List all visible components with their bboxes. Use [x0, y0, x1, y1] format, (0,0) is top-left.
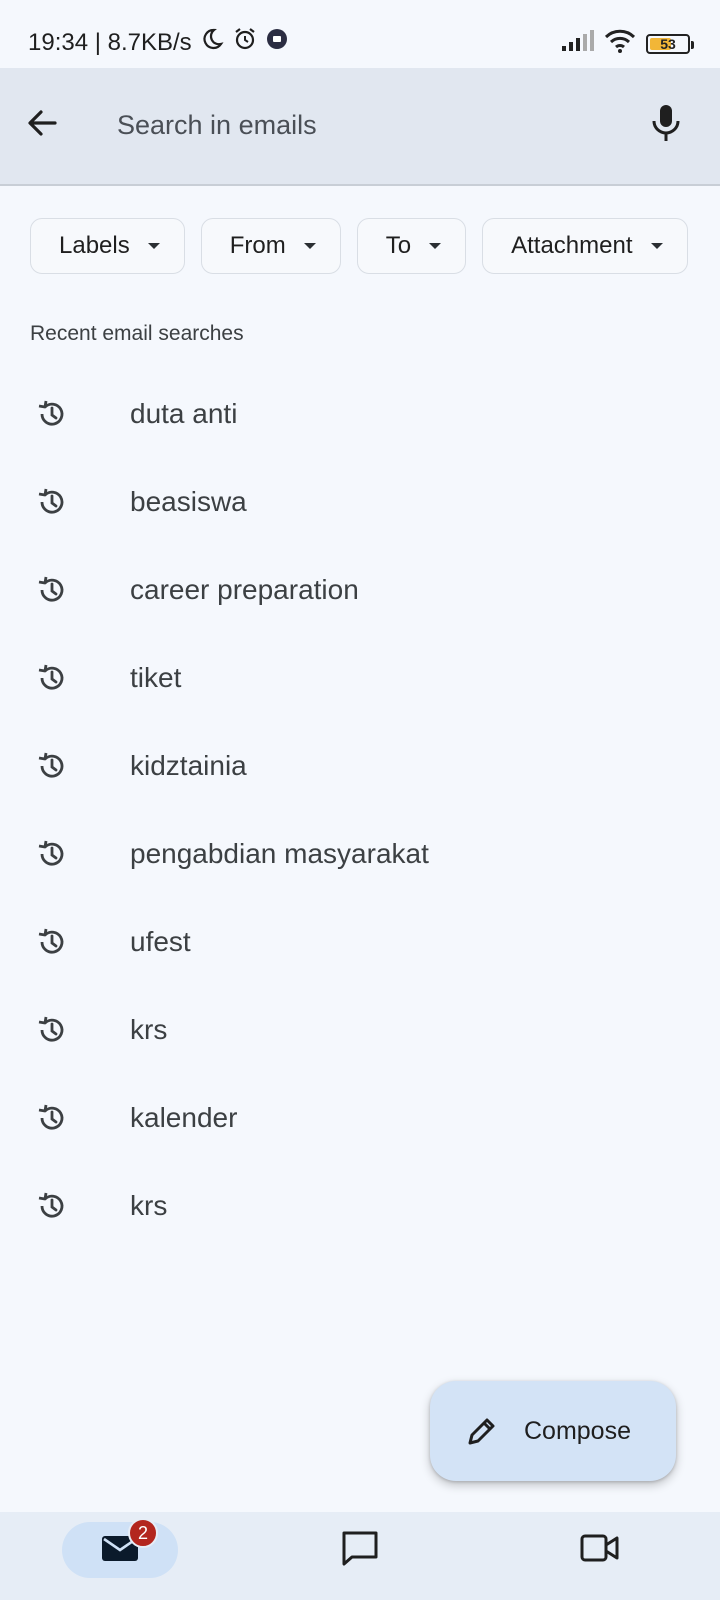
recent-search-label: kalender: [130, 1102, 238, 1133]
filter-chip-label: Labels: [59, 232, 130, 259]
unread-badge: 2: [128, 1518, 158, 1548]
recent-search-label: beasiswa: [130, 486, 247, 517]
filter-chip-attachment[interactable]: Attachment: [482, 218, 688, 274]
arrow-back-icon: [25, 106, 59, 145]
status-bar: 19:34 | 8.7KB/s 53: [0, 0, 720, 68]
moon-icon: [200, 27, 224, 58]
filter-chip-from[interactable]: From: [200, 218, 341, 274]
recent-search-item[interactable]: kidztainia: [0, 722, 720, 810]
history-icon: [36, 574, 68, 606]
recent-search-label: tiket: [130, 662, 182, 693]
battery-tip: [691, 40, 694, 49]
pencil-icon: [464, 1413, 500, 1449]
status-icons-left: [200, 26, 288, 59]
meet-icon: [579, 1531, 621, 1570]
filter-chip-labels[interactable]: Labels: [30, 218, 185, 274]
dropdown-caret-icon: [303, 243, 316, 249]
recent-search-item[interactable]: krs: [0, 986, 720, 1074]
alarm-icon: [232, 26, 258, 59]
bottom-nav: 2: [0, 1512, 720, 1600]
recent-search-item[interactable]: tiket: [0, 634, 720, 722]
recent-search-label: career preparation: [130, 574, 359, 605]
history-icon: [36, 750, 68, 782]
recent-search-item[interactable]: duta anti: [0, 370, 720, 458]
history-icon: [36, 1102, 68, 1134]
chat-icon: [340, 1529, 380, 1572]
dropdown-caret-icon: [147, 243, 160, 249]
recent-searches-heading: Recent email searches: [30, 322, 244, 345]
filter-chip-to[interactable]: To: [356, 218, 467, 274]
recent-search-item[interactable]: career preparation: [0, 546, 720, 634]
recent-search-label: pengabdian masyarakat: [130, 838, 429, 869]
history-icon: [36, 838, 68, 870]
nav-chat-tab[interactable]: [312, 1522, 408, 1578]
status-left: 19:34 | 8.7KB/s: [28, 26, 288, 59]
back-button[interactable]: [20, 103, 64, 147]
recent-search-item[interactable]: ufest: [0, 898, 720, 986]
recent-search-label: krs: [130, 1190, 168, 1221]
recent-search-item[interactable]: krs: [0, 1162, 720, 1250]
recent-search-label: ufest: [130, 926, 191, 957]
nav-meet-tab[interactable]: [552, 1522, 648, 1578]
search-header: [0, 68, 720, 186]
recent-search-item[interactable]: pengabdian masyarakat: [0, 810, 720, 898]
dropdown-caret-icon: [650, 243, 663, 249]
recent-search-label: kidztainia: [130, 750, 247, 781]
dropdown-caret-icon: [429, 243, 442, 249]
recent-search-label: duta anti: [130, 398, 238, 429]
search-input[interactable]: [117, 98, 597, 152]
status-time-speed: 19:34 | 8.7KB/s: [28, 28, 192, 56]
history-icon: [36, 1190, 68, 1222]
mic-icon: [650, 103, 682, 148]
history-icon: [36, 486, 68, 518]
filter-chip-label: Attachment: [511, 232, 633, 259]
filter-chip-label: From: [229, 232, 286, 259]
nav-mail-tab[interactable]: 2: [62, 1518, 178, 1578]
battery-icon: 53: [646, 33, 694, 54]
compose-label: Compose: [524, 1416, 631, 1445]
recent-searches-list: duta anti beasiswa career preparation ti…: [0, 370, 720, 1250]
notification-app-icon: [266, 28, 288, 57]
signal-icon: [560, 30, 594, 57]
recent-search-item[interactable]: beasiswa: [0, 458, 720, 546]
recent-search-label: krs: [130, 1014, 168, 1045]
filter-chips: Labels From To Attachment: [30, 218, 720, 274]
filter-chip-label: To: [385, 232, 412, 259]
recent-search-item[interactable]: kalender: [0, 1074, 720, 1162]
wifi-icon: [604, 28, 636, 59]
voice-search-button[interactable]: [642, 101, 690, 149]
history-icon: [36, 662, 68, 694]
compose-button[interactable]: Compose: [430, 1381, 676, 1481]
history-icon: [36, 398, 68, 430]
status-right: 53: [560, 28, 694, 59]
history-icon: [36, 926, 68, 958]
battery-level: 53: [660, 35, 676, 52]
history-icon: [36, 1014, 68, 1046]
